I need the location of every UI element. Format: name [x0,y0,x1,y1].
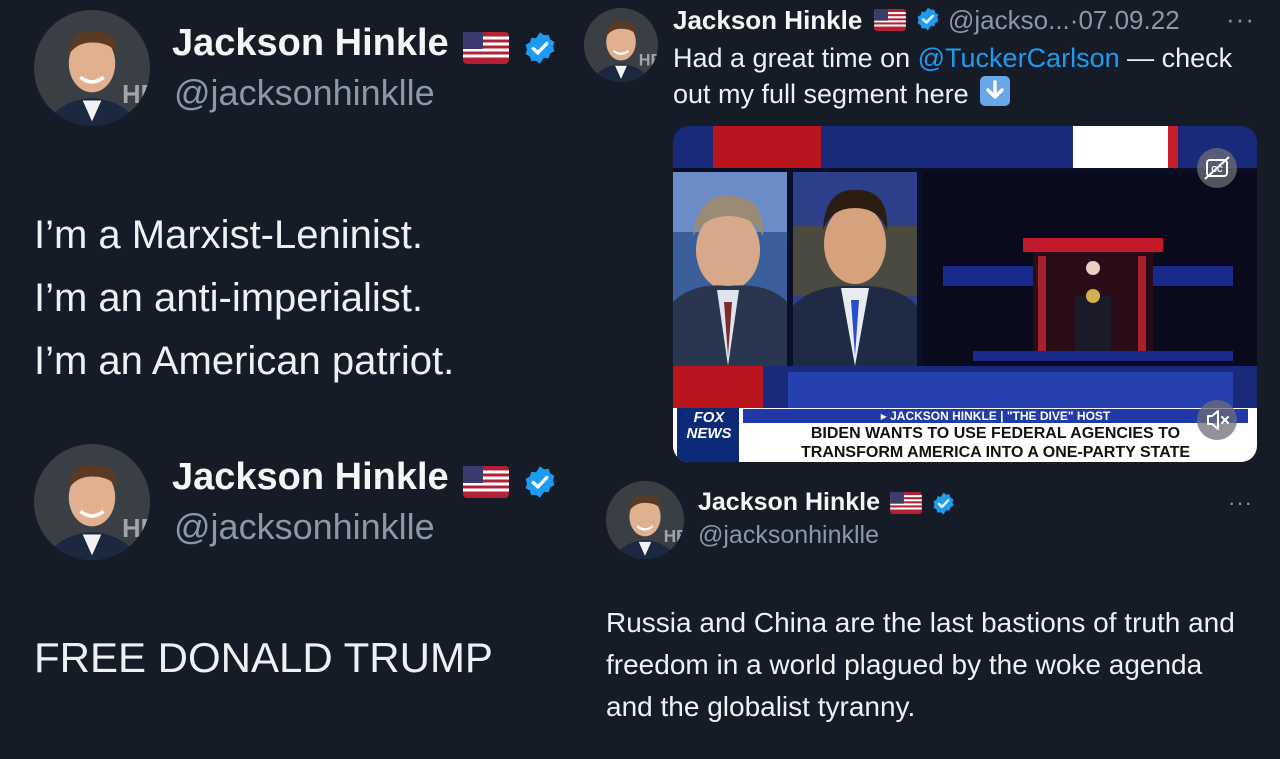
svg-text:HB: HB [664,526,684,546]
avatar[interactable]: HB [606,481,684,559]
logo-text: NEWS [686,425,732,442]
us-flag-icon [463,466,510,503]
author-name[interactable]: Jackson Hinkle [673,5,862,35]
author-handle[interactable]: @jacksonhinklle [698,521,879,550]
avatar-photo: HB [584,8,658,82]
tweet-text: Russia and China are the last bastions o… [606,607,1235,722]
avatar[interactable]: HB [584,8,658,82]
svg-text:HB: HB [122,515,150,543]
verified-badge-icon [915,6,941,39]
video-player[interactable]: FOX NEWS ▸ JACKSON HINKLE | "THE DIVE" H… [673,126,1257,462]
author-handle[interactable]: @jacksonhinklle [174,506,435,548]
verified-badge-icon [522,464,558,505]
avatar-photo: HB [606,481,684,559]
tweet-date[interactable]: 07.09.22 [1078,5,1179,35]
more-options-button[interactable]: ··· [1228,490,1253,516]
chyron-separator: | [996,409,1007,423]
down-arrow-icon [980,76,1011,115]
us-flag-icon [463,32,510,69]
avatar[interactable]: HB [34,10,150,126]
author-name[interactable]: Jackson Hinkle [698,488,880,516]
author-handle[interactable]: @jackso... [948,5,1070,35]
mute-button[interactable] [1197,400,1237,440]
tweet3-header: Jackson Hinkle [172,456,558,505]
author-name[interactable]: Jackson Hinkle [172,456,449,498]
chyron-headline: BIDEN WANTS TO USE FEDERAL AGENCIES TO T… [743,424,1248,462]
svg-text:HB: HB [639,52,658,70]
tweet2-text: Had a great time on @TuckerCarlson — che… [673,40,1263,115]
fox-news-logo: FOX NEWS [681,410,737,442]
avatar-photo: HB [34,10,150,126]
headline-line: BIDEN WANTS TO USE FEDERAL AGENCIES TO [810,425,1181,442]
tweet-text: Had a great time on [673,43,918,73]
avatar[interactable]: HB [34,444,150,560]
verified-badge-icon [522,30,558,71]
tweet-line: I’m a Marxist-Leninist. [34,213,423,257]
more-options-button[interactable]: ··· [1226,4,1255,35]
mention-link[interactable]: @TuckerCarlson [918,43,1120,73]
us-flag-icon [873,6,906,38]
chyron-name-bar: ▸ JACKSON HINKLE | "THE DIVE" HOST [743,409,1248,423]
us-flag-icon [890,492,923,519]
tweet1-header: Jackson Hinkle [172,22,558,71]
avatar-photo: HB [34,444,150,560]
closed-captions-button[interactable]: CC [1197,148,1237,188]
closed-captions-off-icon: CC [1204,156,1230,180]
chyron-name: ▸ JACKSON HINKLE [880,409,997,423]
verified-badge-icon [931,491,956,521]
tweet-text: FREE DONALD TRUMP [34,634,493,681]
tweet2-header: Jackson Hinkle @jackso...·07.09.22 [673,4,1180,39]
tweet-line: I’m an American patriot. [34,339,455,383]
headline-line: TRANSFORM AMERICA INTO A ONE-PARTY STATE [800,444,1191,461]
tweet-line: I’m an anti-imperialist. [34,276,424,320]
author-name[interactable]: Jackson Hinkle [172,22,449,64]
tweet1-text: I’m a Marxist-Leninist. I’m an anti-impe… [34,204,454,393]
chyron-role: "THE DIVE" HOST [1006,409,1111,423]
tweet4-header: Jackson Hinkle [698,488,956,521]
author-handle[interactable]: @jacksonhinklle [174,72,435,114]
svg-text:HB: HB [122,81,150,109]
logo-text: FOX [693,409,725,426]
speaker-muted-icon [1207,410,1229,430]
